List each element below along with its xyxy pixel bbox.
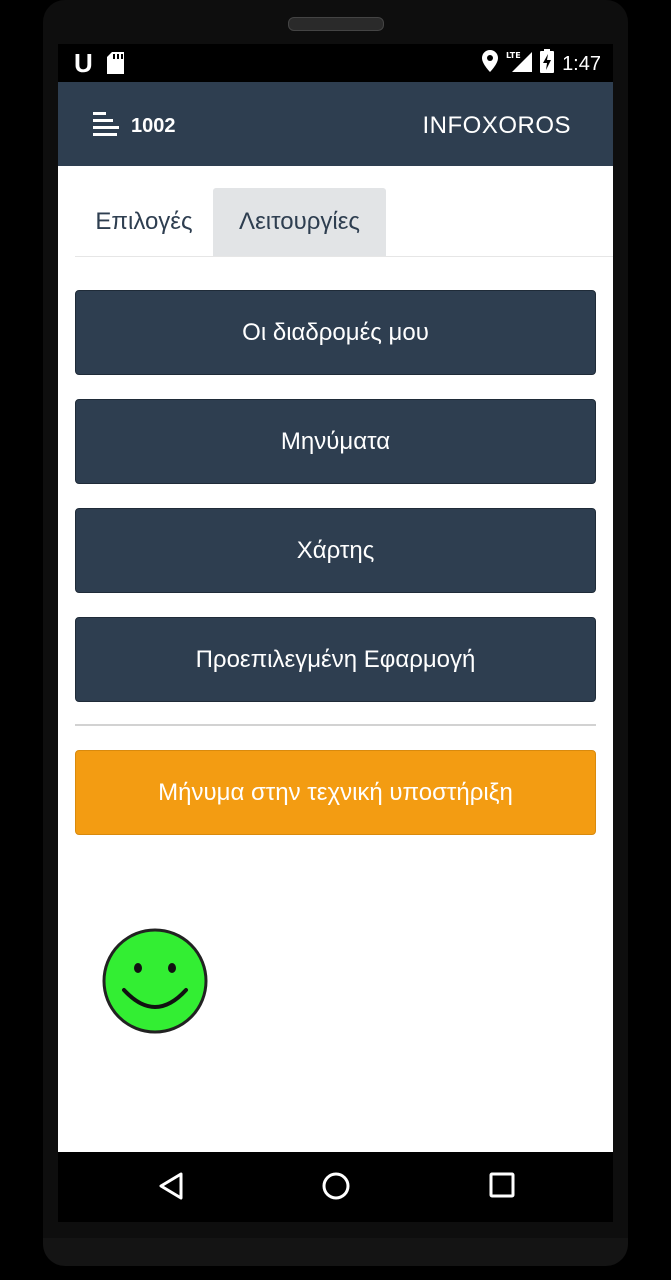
location-icon — [482, 50, 499, 77]
status-time: 1:47 — [562, 52, 601, 75]
messages-button[interactable]: Μηνύματα — [75, 399, 596, 484]
recents-icon[interactable] — [488, 1171, 516, 1204]
menu-icon[interactable] — [93, 112, 119, 141]
divider — [75, 724, 596, 726]
back-icon[interactable] — [158, 1171, 184, 1206]
smiley-face-icon — [102, 928, 208, 1039]
app-header: 1002 INFOXOROS — [58, 82, 613, 166]
device: U LTE 1:47 1002 INFOXOROS Επιλογές Λειτο… — [0, 0, 671, 1280]
device-bottom-edge — [43, 1238, 628, 1266]
home-icon[interactable] — [321, 1171, 351, 1206]
header-brand: INFOXOROS — [422, 112, 571, 139]
app-screen: 1002 INFOXOROS Επιλογές Λειτουργίες Οι δ… — [58, 82, 613, 1152]
sd-card-icon — [106, 52, 124, 74]
default-app-button[interactable]: Προεπιλεγμένη Εφαρμογή — [75, 617, 596, 702]
tab-options[interactable]: Επιλογές — [75, 188, 213, 256]
nav-bar — [58, 1152, 613, 1222]
tab-bar: Επιλογές Λειτουργίες — [75, 188, 613, 257]
speaker-grille — [288, 17, 384, 31]
carrier-glyph: U — [74, 48, 93, 78]
battery-charging-icon — [540, 49, 555, 78]
tab-functions[interactable]: Λειτουργίες — [213, 188, 386, 256]
my-routes-button[interactable]: Οι διαδρομές μου — [75, 290, 596, 375]
map-button[interactable]: Χάρτης — [75, 508, 596, 593]
tech-support-message-button[interactable]: Μήνυμα στην τεχνική υποστήριξη — [75, 750, 596, 835]
svg-text:LTE: LTE — [506, 51, 521, 60]
status-bar: U LTE 1:47 — [58, 44, 613, 82]
lte-signal-icon: LTE — [506, 50, 533, 77]
header-code: 1002 — [131, 115, 176, 137]
